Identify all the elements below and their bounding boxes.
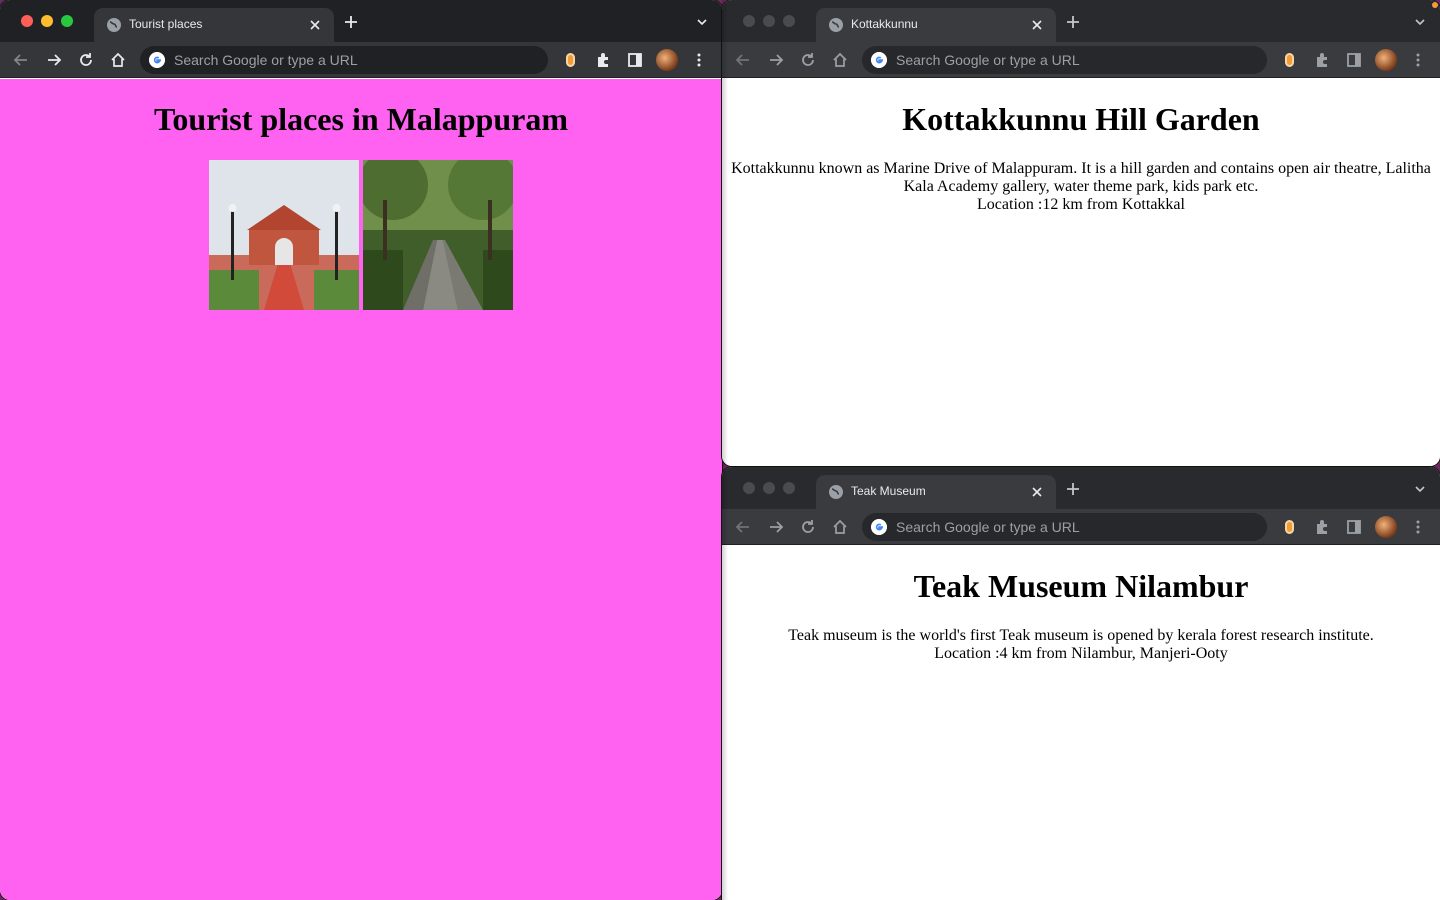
more-icon[interactable] [1409, 51, 1427, 69]
zoom-window-button[interactable] [783, 15, 795, 27]
forward-icon[interactable] [45, 51, 63, 69]
reload-icon[interactable] [799, 51, 817, 69]
back-icon[interactable] [734, 518, 752, 536]
notification-dot [1432, 2, 1438, 8]
more-icon[interactable] [690, 51, 708, 69]
back-icon[interactable] [734, 51, 752, 69]
tab-kottakkunnu[interactable]: Kottakkunnu [816, 8, 1056, 42]
home-icon[interactable] [831, 518, 849, 536]
globe-icon [107, 18, 121, 32]
place-location: Location :12 km from Kottakkal [977, 196, 1185, 213]
minimize-window-button[interactable] [763, 482, 775, 494]
page-viewport: Teak Museum Nilambur Teak museum is the … [722, 546, 1440, 900]
home-icon[interactable] [109, 51, 127, 69]
browser-window-kottakkunnu: Kottakkunnu Search Google or type a URL … [722, 0, 1440, 466]
google-icon [871, 52, 887, 68]
place-location: Location :4 km from Nilambur, Manjeri-Oo… [934, 645, 1228, 662]
toolbar: Search Google or type a URL [722, 42, 1440, 78]
traffic-lights [21, 15, 73, 27]
avatar[interactable] [1375, 516, 1397, 538]
photo-gallery [0, 160, 722, 310]
avatar[interactable] [656, 49, 678, 71]
minimize-window-button[interactable] [763, 15, 775, 27]
place-description: Kottakkunnu known as Marine Drive of Mal… [731, 160, 1431, 195]
plus-icon[interactable] [343, 14, 359, 30]
photo-tree-lined-road[interactable] [363, 160, 513, 310]
plus-icon[interactable] [1065, 14, 1081, 30]
forward-icon[interactable] [767, 518, 785, 536]
page-heading: Teak Museum Nilambur [913, 568, 1249, 604]
tab-strip: Tourist places [0, 0, 722, 42]
close-icon[interactable] [306, 16, 324, 34]
close-icon[interactable] [1028, 16, 1046, 34]
address-bar[interactable]: Search Google or type a URL [862, 513, 1267, 541]
tab-strip: Kottakkunnu [722, 0, 1440, 42]
toolbar: Search Google or type a URL [722, 509, 1440, 545]
google-icon [149, 52, 165, 68]
tab-tourist-places[interactable]: Tourist places [94, 8, 334, 42]
browser-window-teak-museum: Teak Museum Search Google or type a URL … [722, 467, 1440, 900]
tab-title: Teak Museum [851, 484, 926, 498]
puzzle-icon[interactable] [1313, 518, 1331, 536]
google-icon [871, 519, 887, 535]
globe-icon [829, 485, 843, 499]
address-placeholder: Search Google or type a URL [174, 52, 358, 68]
chevron-down-icon[interactable] [1414, 483, 1426, 495]
extension-icon[interactable] [1285, 520, 1294, 534]
extension-icon[interactable] [566, 53, 575, 67]
back-icon[interactable] [12, 51, 30, 69]
puzzle-icon[interactable] [1313, 51, 1331, 69]
globe-icon [829, 18, 843, 32]
zoom-window-button[interactable] [61, 15, 73, 27]
reload-icon[interactable] [77, 51, 95, 69]
address-placeholder: Search Google or type a URL [896, 519, 1080, 535]
zoom-window-button[interactable] [783, 482, 795, 494]
close-window-button[interactable] [743, 15, 755, 27]
photo-kottakkunnu-gate[interactable] [209, 160, 359, 310]
chevron-down-icon[interactable] [696, 16, 708, 28]
toolbar: Search Google or type a URL [0, 42, 722, 78]
address-bar[interactable]: Search Google or type a URL [140, 46, 548, 74]
traffic-lights [743, 15, 795, 27]
close-icon[interactable] [1028, 483, 1046, 501]
tab-title: Kottakkunnu [851, 17, 918, 31]
tab-strip: Teak Museum [722, 467, 1440, 509]
more-icon[interactable] [1409, 518, 1427, 536]
tab-title: Tourist places [129, 17, 203, 31]
chevron-down-icon[interactable] [1414, 16, 1426, 28]
tab-teak-museum[interactable]: Teak Museum [816, 475, 1056, 509]
browser-window-tourist-places: Tourist places Search Google or type a U… [0, 0, 722, 900]
page-viewport: Tourist places in Malappuram [0, 79, 722, 900]
page-heading: Tourist places in Malappuram [154, 101, 568, 137]
place-description: Teak museum is the world's first Teak mu… [788, 627, 1374, 644]
plus-icon[interactable] [1065, 481, 1081, 497]
avatar[interactable] [1375, 49, 1397, 71]
close-window-button[interactable] [743, 482, 755, 494]
minimize-window-button[interactable] [41, 15, 53, 27]
address-placeholder: Search Google or type a URL [896, 52, 1080, 68]
side-panel-icon[interactable] [1345, 518, 1363, 536]
reload-icon[interactable] [799, 518, 817, 536]
extension-icon[interactable] [1285, 53, 1294, 67]
home-icon[interactable] [831, 51, 849, 69]
traffic-lights [743, 482, 795, 494]
page-heading: Kottakkunnu Hill Garden [902, 101, 1260, 137]
page-viewport: Kottakkunnu Hill Garden Kottakkunnu know… [722, 79, 1440, 466]
side-panel-icon[interactable] [1345, 51, 1363, 69]
puzzle-icon[interactable] [594, 51, 612, 69]
close-window-button[interactable] [21, 15, 33, 27]
forward-icon[interactable] [767, 51, 785, 69]
side-panel-icon[interactable] [626, 51, 644, 69]
address-bar[interactable]: Search Google or type a URL [862, 46, 1267, 74]
